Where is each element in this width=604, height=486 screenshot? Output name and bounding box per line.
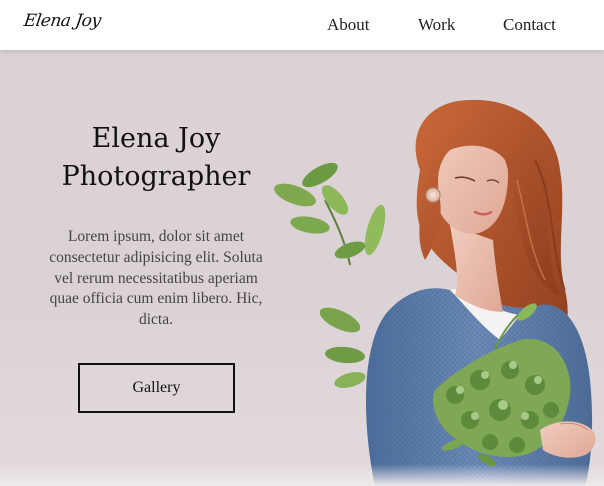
gallery-button[interactable]: Gallery [78,363,235,413]
hand [540,421,596,458]
nav-link-work[interactable]: Work [418,15,455,35]
site-header: Elena Joy About Work Contact [0,0,604,50]
earring [425,187,441,203]
nav-link-about[interactable]: About [327,15,370,35]
hero-bottom-fade [0,464,604,486]
hero-description: Lorem ipsum, dolor sit amet consectetur … [49,228,263,329]
hero-title-line-2: Photographer [61,161,251,192]
hero-title: Elena Joy Photographer [40,120,272,196]
nav-link-contact[interactable]: Contact [503,15,556,35]
hero-title-line-1: Elena Joy [91,123,221,154]
site-logo[interactable]: Elena Joy [23,11,102,31]
portrait-photo [274,99,596,486]
hero-section: Elena Joy Photographer Lorem ipsum, dolo… [0,50,604,486]
